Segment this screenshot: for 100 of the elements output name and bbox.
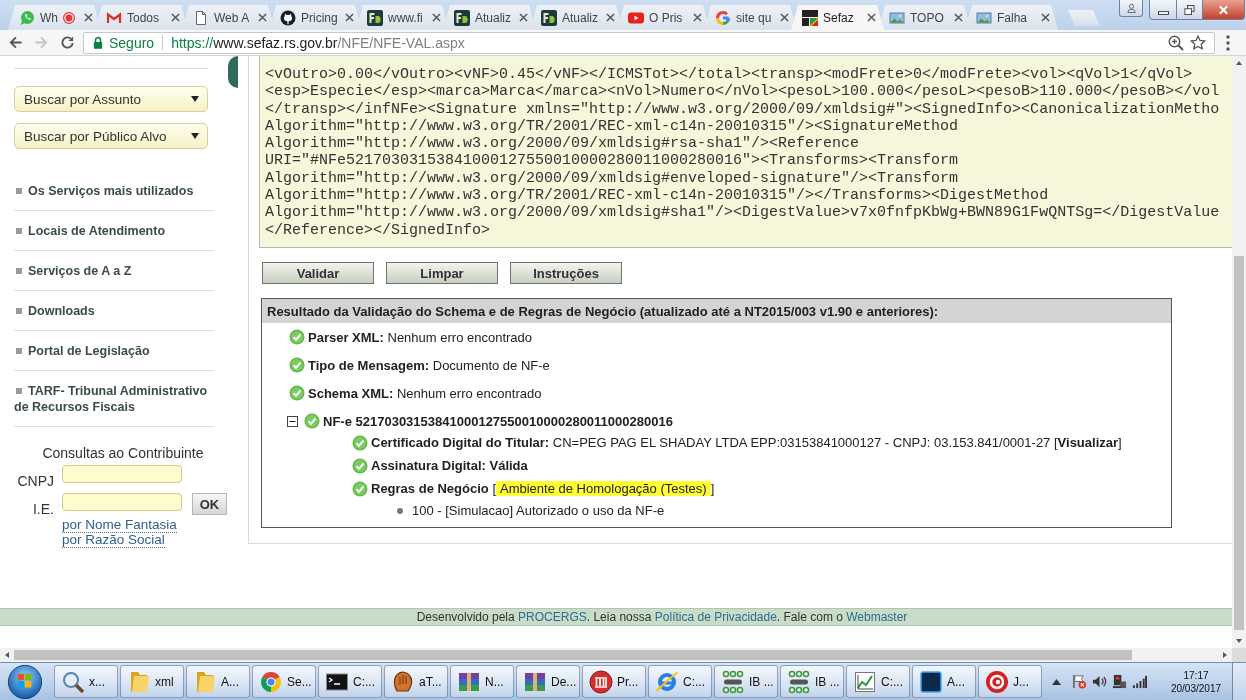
- action-button[interactable]: Limpar: [386, 262, 498, 284]
- dropdown[interactable]: Buscar por Público Alvo: [14, 123, 208, 149]
- square-bullet-icon: [16, 228, 22, 234]
- url-text: https://www.sefaz.rs.gov.br/NFE/NFE-VAL.aspx: [171, 34, 465, 51]
- close-icon[interactable]: [693, 13, 702, 22]
- square-bullet-icon: [16, 188, 22, 194]
- profile-button[interactable]: [1119, 0, 1143, 17]
- taskbar-button[interactable]: N...: [450, 665, 514, 698]
- taskbar-button[interactable]: xml: [120, 665, 184, 698]
- browser-tab[interactable]: Sefaz: [791, 5, 884, 30]
- result-text: Schema XML: Nenhum erro encontrado: [308, 385, 542, 401]
- taskbar-button[interactable]: De...: [516, 665, 580, 698]
- close-icon[interactable]: [1041, 13, 1050, 22]
- xml-input-field[interactable]: <vOutro>0.00</vOutro><vNF>0.45</vNF></ICMSTot></total><transp><modFrete>0</modFrete><vol><qVol>1</qVol> <esp>Especie</esp><marca>Marca</marca><nVol>Numero</nVol><pesoL>100.000</pesoL><pesoB>110.000</pesoB></vol </transp></infNFe><Signature xmlns="http://www.w3.org/2000/09/xmldsig#"><SignedInfo><CanonicalizationMetho Algorithm="http://www.w3.org/TR/2001/REC-xml-c14n-20010315"/><SignatureMethod Algorithm="http://www.w3.org/2000/09/xmldsig#rsa-sha1"/><Reference URI="#NFe52170303153841000127550010000280011000280016"><Transforms><Transform Algorithm="http://www.w3.org/2000/09/xmldsig#enveloped-signature"/><Transform Algorithm="http://www.w3.org/TR/2001/REC-xml-c14n-20010315"/></Transforms><DigestMethod Algorithm="http://www.w3.org/2000/09/xmldsig#sha1"/><DigestValue>v7x0fnfpKbWg+BWN89G1FwQNTSg=</DigestValue </Reference></SignedInfo>: [259, 56, 1232, 248]
- picture-icon: [889, 9, 905, 26]
- field-label: I.E.: [32, 501, 54, 517]
- taskbar-button[interactable]: A...: [912, 665, 976, 698]
- computer-icon[interactable]: [1112, 674, 1127, 689]
- taskbar-button[interactable]: Se...: [252, 665, 316, 698]
- ok-button[interactable]: OK: [192, 493, 227, 515]
- collapse-toggle-icon[interactable]: [287, 415, 298, 427]
- close-icon[interactable]: [84, 13, 93, 22]
- sidebar-link[interactable]: Serviços de A a Z: [14, 251, 214, 291]
- back-arrow-icon: [7, 35, 23, 50]
- minimize-button[interactable]: [1149, 0, 1177, 20]
- footer-link[interactable]: Política de Privacidade: [654, 610, 777, 624]
- flag-tile-icon: [802, 9, 818, 26]
- taskbar-button[interactable]: A...: [186, 665, 250, 698]
- result-text: Assinatura Digital: Válida: [371, 458, 528, 473]
- segmented-ball-icon: [259, 669, 283, 694]
- close-window-button[interactable]: [1203, 0, 1245, 20]
- star-icon[interactable]: [1190, 34, 1206, 51]
- columns-emblem-icon: [589, 669, 613, 694]
- taskbar-button[interactable]: J...: [978, 665, 1042, 698]
- close-icon[interactable]: [606, 13, 615, 22]
- taskbar-button[interactable]: C:...: [318, 665, 382, 698]
- dropdown[interactable]: Buscar por Assunto: [14, 86, 208, 112]
- sidebar-link[interactable]: Downloads: [14, 291, 214, 331]
- search-link[interactable]: por Nome Fantasia: [62, 518, 177, 533]
- footer-link[interactable]: PROCERGS: [518, 610, 587, 624]
- menu-icon[interactable]: [1226, 34, 1230, 51]
- dot-grid-icon: [721, 669, 745, 694]
- square-tile-icon: [919, 669, 943, 694]
- close-icon: [1218, 4, 1229, 15]
- close-icon[interactable]: [780, 13, 789, 22]
- taskbar-button[interactable]: C:...: [648, 665, 712, 698]
- taskbar-button[interactable]: IB ...: [714, 665, 778, 698]
- zoom-icon[interactable]: [1168, 34, 1184, 51]
- start-orb-icon[interactable]: [5, 663, 45, 700]
- taskbar-button[interactable]: C:...: [846, 665, 910, 698]
- target-ring-icon: [985, 669, 1009, 694]
- square-bullet-icon: [16, 348, 22, 354]
- sidebar-link[interactable]: TARF- Tribunal Administrativo de Recursos Fiscais: [14, 371, 214, 427]
- footer-link[interactable]: Webmaster: [846, 610, 908, 624]
- close-icon[interactable]: [345, 13, 354, 22]
- scrollbar-thumb[interactable]: [14, 650, 1132, 660]
- input-field[interactable]: [62, 493, 182, 511]
- restore-button[interactable]: [1177, 0, 1203, 20]
- taskbar-button[interactable]: x...: [54, 665, 118, 698]
- close-icon[interactable]: [258, 13, 267, 22]
- scrollbar-corner: [1232, 648, 1246, 662]
- show-desktop-button[interactable]: [1232, 663, 1246, 700]
- sidebar-link[interactable]: Portal de Legislação: [14, 331, 214, 371]
- dark-tile-icon: [454, 9, 470, 26]
- search-link[interactable]: por Razão Social: [62, 533, 165, 548]
- flag-icon[interactable]: [1072, 674, 1087, 689]
- taskbar-button[interactable]: aT...: [384, 665, 448, 698]
- close-icon[interactable]: [954, 13, 963, 22]
- close-icon[interactable]: [432, 13, 441, 22]
- field-label: CNPJ: [16, 473, 54, 489]
- sidebar-link[interactable]: Os Serviços mais utilizados: [14, 171, 214, 211]
- square-bullet-icon: [16, 268, 22, 274]
- banner-edge: [228, 56, 238, 88]
- speaker-icon[interactable]: [1092, 674, 1107, 689]
- input-field[interactable]: [62, 465, 182, 483]
- taskbar-button[interactable]: IB ...: [780, 665, 844, 698]
- scrollbar-thumb[interactable]: [1234, 256, 1244, 630]
- caret-icon: [191, 96, 199, 102]
- letter-ring-icon: [715, 9, 731, 26]
- result-message: 100 - [Simulacao] Autorizado o uso da NF-e: [412, 503, 665, 518]
- signal-bars-icon[interactable]: [1132, 674, 1147, 689]
- close-icon[interactable]: [519, 13, 528, 22]
- person-icon: [1125, 3, 1137, 13]
- address-bar[interactable]: Seguro https://www.sefaz.rs.gov.br/NFE/NFE-VAL.aspx: [83, 31, 1215, 54]
- close-icon[interactable]: [171, 13, 180, 22]
- browser-tab[interactable]: Falha: [965, 5, 1058, 30]
- up-triangle-icon[interactable]: [1052, 678, 1061, 685]
- action-button[interactable]: Validar: [262, 262, 374, 284]
- chart-icon: [853, 669, 877, 694]
- result-text: Tipo de Mensagem: Documento de NF-e: [308, 357, 550, 373]
- action-button[interactable]: Instruções: [510, 262, 622, 284]
- sidebar-link[interactable]: Locais de Atendimento: [14, 211, 214, 251]
- dark-tile-icon: [367, 9, 383, 26]
- taskbar-button[interactable]: Pr...: [582, 665, 646, 698]
- result-header: Resultado da Validação do Schema e de Regras de Negócio (atualizado até a NT2015/003 v1.90 e anteriores):: [262, 299, 1171, 323]
- clock-time: 17:17: [1183, 668, 1209, 682]
- dark-tile-icon: [541, 9, 557, 26]
- close-icon[interactable]: [867, 13, 876, 22]
- caret-icon: [191, 133, 199, 139]
- section-title: Consultas ao Contribuinte: [41, 444, 205, 462]
